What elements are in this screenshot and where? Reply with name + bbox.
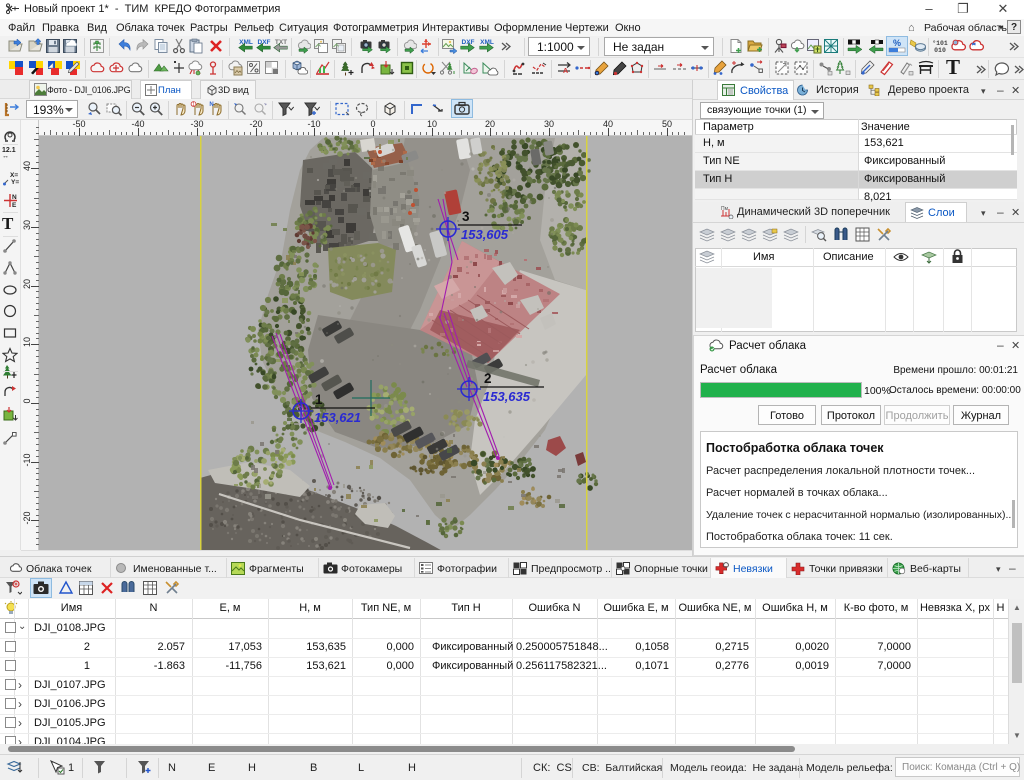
svg-text:E: E	[12, 202, 17, 209]
svg-text:3: 3	[462, 209, 470, 224]
svg-text:153,635: 153,635	[483, 389, 531, 404]
svg-text:X=: X=	[10, 172, 18, 179]
svg-text:N: N	[12, 194, 17, 201]
svg-text:153,621: 153,621	[314, 410, 361, 425]
svg-text:153,605: 153,605	[461, 227, 509, 242]
svg-text:Пм: Пм	[721, 206, 729, 212]
svg-text:%: %	[893, 38, 901, 48]
svg-text:1: 1	[315, 392, 323, 407]
svg-text:XML: XML	[480, 39, 494, 46]
svg-text:°101: °101	[932, 39, 948, 47]
svg-text:TXT: TXT	[275, 39, 287, 46]
svg-text:Y=: Y=	[11, 179, 19, 186]
svg-text:010: 010	[934, 47, 946, 54]
svg-text:DXF: DXF	[462, 39, 475, 46]
svg-text:2: 2	[484, 371, 492, 386]
svg-text:DXF: DXF	[258, 39, 271, 46]
svg-text:A: A	[563, 68, 568, 75]
svg-text:1: 1	[192, 102, 195, 108]
svg-text:XML: XML	[239, 39, 253, 46]
svg-text:N: N	[209, 102, 213, 108]
